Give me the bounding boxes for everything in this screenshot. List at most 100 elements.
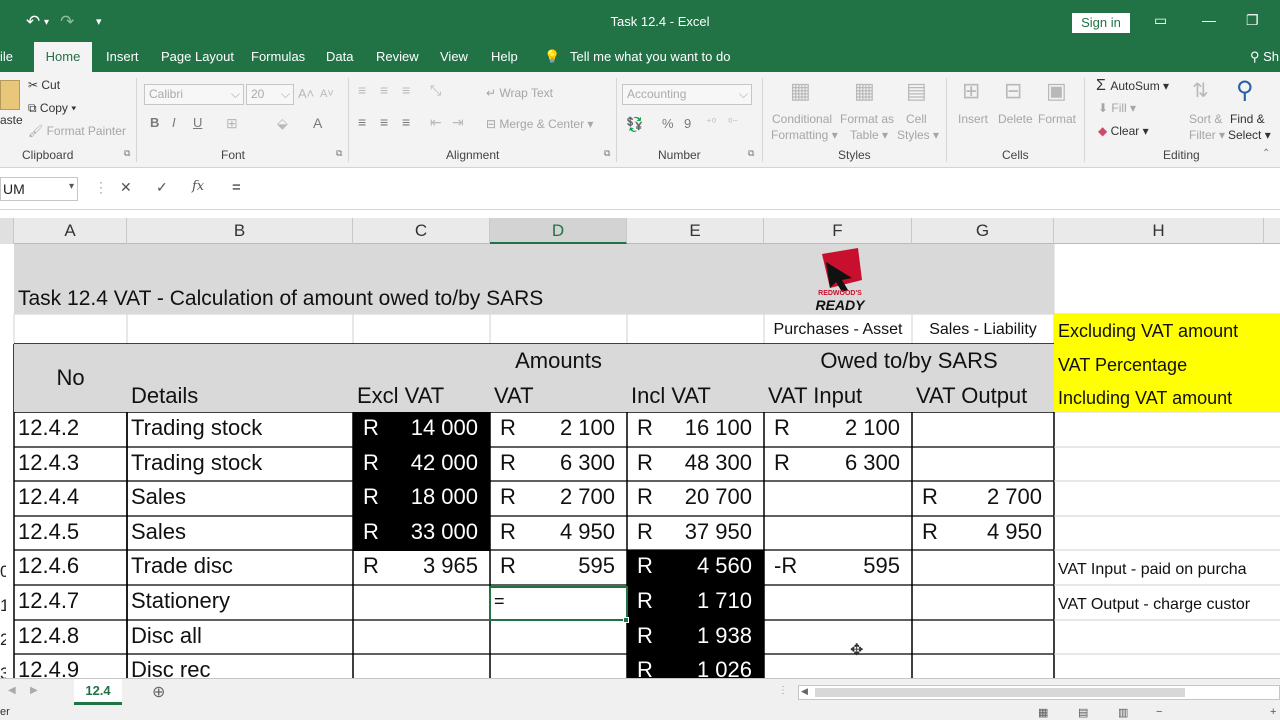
paste-label[interactable]: aste: [0, 113, 23, 127]
cell-no[interactable]: 12.4.3: [14, 447, 127, 482]
align-center-icon[interactable]: ≡: [380, 114, 388, 130]
minimize-icon[interactable]: —: [1202, 12, 1216, 28]
cell-c[interactable]: R 42 000: [353, 447, 490, 482]
tab-insert[interactable]: Insert: [106, 49, 139, 64]
ribbon-display-options-icon[interactable]: ▭: [1154, 12, 1167, 29]
cell-g[interactable]: [912, 654, 1054, 678]
scroll-left-icon[interactable]: ◀: [801, 686, 808, 697]
cell-f[interactable]: R 6 300: [764, 447, 912, 482]
note-vat-input[interactable]: VAT Input - paid on purcha: [1054, 554, 1280, 586]
zoom-out-icon[interactable]: −: [1156, 706, 1162, 718]
cell-c[interactable]: [353, 654, 490, 678]
cell-f[interactable]: R 2 100: [764, 412, 912, 447]
formula-input[interactable]: =: [222, 177, 1280, 201]
cell-f[interactable]: [764, 654, 912, 678]
conditional-formatting-label[interactable]: Conditional: [772, 112, 832, 126]
undo-icon[interactable]: ↶: [26, 12, 40, 32]
underline-button[interactable]: U: [193, 115, 202, 130]
decrease-decimal-icon[interactable]: ⁰⁻: [728, 116, 738, 129]
cut-button[interactable]: ✂ Cut: [28, 78, 60, 92]
cell-d[interactable]: R 4 950: [490, 516, 627, 551]
legend-incl[interactable]: Including VAT amount: [1054, 382, 1280, 412]
prev-sheet-icon[interactable]: ◀: [8, 685, 16, 696]
cell-c[interactable]: R 14 000: [353, 412, 490, 447]
share-button[interactable]: ⚲ Sh: [1250, 49, 1279, 65]
cell-e[interactable]: R 4 560: [627, 550, 764, 585]
align-middle-icon[interactable]: ≡: [380, 82, 388, 98]
excl-vat-header[interactable]: Excl VAT: [353, 380, 490, 412]
cell-e[interactable]: R 16 100: [627, 412, 764, 447]
percent-button[interactable]: %: [662, 116, 674, 131]
cell-no[interactable]: 12.4.2: [14, 412, 127, 447]
fill-color-icon[interactable]: ⬙: [277, 115, 288, 132]
conditional-formatting-icon[interactable]: ▦: [790, 78, 811, 104]
cell-d[interactable]: R 6 300: [490, 447, 627, 482]
col-header-c[interactable]: C: [353, 218, 490, 244]
cell-g[interactable]: R 2 700: [912, 481, 1054, 516]
cell-details[interactable]: Disc rec: [127, 654, 353, 678]
collapse-ribbon-icon[interactable]: ⌃: [1262, 148, 1270, 159]
tab-home[interactable]: Home: [34, 42, 92, 72]
wrap-text-button[interactable]: ↵ Wrap Text: [486, 86, 553, 100]
cell-g[interactable]: [912, 620, 1054, 655]
cell-details[interactable]: Sales: [127, 481, 353, 516]
sheet-title[interactable]: Task 12.4 VAT - Calculation of amount ow…: [14, 282, 774, 316]
cell-no[interactable]: 12.4.8: [14, 620, 127, 655]
row-number-stub[interactable]: 3: [0, 664, 6, 678]
cell-details[interactable]: Trading stock: [127, 447, 353, 482]
align-right-icon[interactable]: ≡: [402, 114, 410, 130]
cell-c[interactable]: R 18 000: [353, 481, 490, 516]
vat-header[interactable]: VAT: [490, 380, 627, 412]
cell-f[interactable]: -R 595: [764, 550, 912, 585]
owed-header[interactable]: Owed to/by SARS: [764, 345, 1054, 377]
legend-excl[interactable]: Excluding VAT amount: [1054, 314, 1280, 348]
cell-details[interactable]: Trade disc: [127, 550, 353, 585]
conditional-formatting-label-2[interactable]: Formatting ▾: [771, 128, 838, 142]
cell-d[interactable]: [490, 654, 627, 678]
clipboard-launcher-icon[interactable]: ⧉: [124, 148, 130, 159]
tab-file[interactable]: ile: [0, 49, 13, 64]
row-number-stub[interactable]: 1: [0, 596, 6, 616]
cell-e[interactable]: R 37 950: [627, 516, 764, 551]
cell-f[interactable]: [764, 620, 912, 655]
row-number-stub[interactable]: 2: [0, 630, 6, 650]
increase-indent-icon[interactable]: ⇥: [452, 114, 464, 131]
cell-d[interactable]: R 2 100: [490, 412, 627, 447]
cell-c[interactable]: R 3 965: [353, 550, 490, 585]
format-as-table-label[interactable]: Format as: [840, 112, 894, 126]
purchases-asset-label[interactable]: Purchases - Asset: [764, 314, 912, 346]
delete-cells-button[interactable]: Delete: [998, 112, 1033, 126]
cell-g[interactable]: R 4 950: [912, 516, 1054, 551]
cell-f[interactable]: [764, 481, 912, 516]
cell-d[interactable]: [490, 620, 627, 655]
cell-c[interactable]: [353, 585, 490, 620]
cell-details[interactable]: Stationery: [127, 585, 353, 620]
align-left-icon[interactable]: ≡: [358, 114, 366, 130]
tell-me-search[interactable]: Tell me what you want to do: [570, 49, 730, 64]
amounts-header[interactable]: Amounts: [353, 345, 764, 377]
tab-formulas[interactable]: Formulas: [251, 49, 305, 64]
find-select-icon[interactable]: ⚲: [1236, 76, 1254, 105]
customize-qat-icon[interactable]: ▾: [96, 15, 102, 28]
sort-filter-label-2[interactable]: Filter ▾: [1189, 128, 1225, 142]
cell-e[interactable]: R 48 300: [627, 447, 764, 482]
cell-no[interactable]: 12.4.7: [14, 585, 127, 620]
horizontal-scrollbar[interactable]: ◀: [798, 685, 1280, 700]
page-layout-view-icon[interactable]: ▤: [1078, 706, 1088, 719]
font-color-button[interactable]: A: [313, 115, 322, 131]
vat-output-header[interactable]: VAT Output: [912, 380, 1054, 412]
font-name-combo[interactable]: Calibri ⌵: [144, 84, 244, 105]
details-header[interactable]: Details: [127, 380, 353, 412]
page-break-view-icon[interactable]: ▥: [1118, 706, 1128, 719]
number-format-combo[interactable]: Accounting ⌵: [622, 84, 752, 105]
autosum-button[interactable]: Σ AutoSum ▾: [1096, 77, 1169, 95]
vat-input-header[interactable]: VAT Input: [764, 380, 912, 412]
cell-styles-label[interactable]: Cell: [906, 112, 927, 126]
cell-e[interactable]: R 1 710: [627, 585, 764, 620]
undo-dropdown-icon[interactable]: ▾: [44, 17, 49, 28]
incl-vat-header[interactable]: Incl VAT: [627, 380, 764, 412]
col-header-h[interactable]: H: [1054, 218, 1264, 244]
align-bottom-icon[interactable]: ≡: [402, 82, 410, 98]
borders-icon[interactable]: ⊞: [226, 115, 238, 132]
bold-button[interactable]: B: [150, 115, 159, 130]
